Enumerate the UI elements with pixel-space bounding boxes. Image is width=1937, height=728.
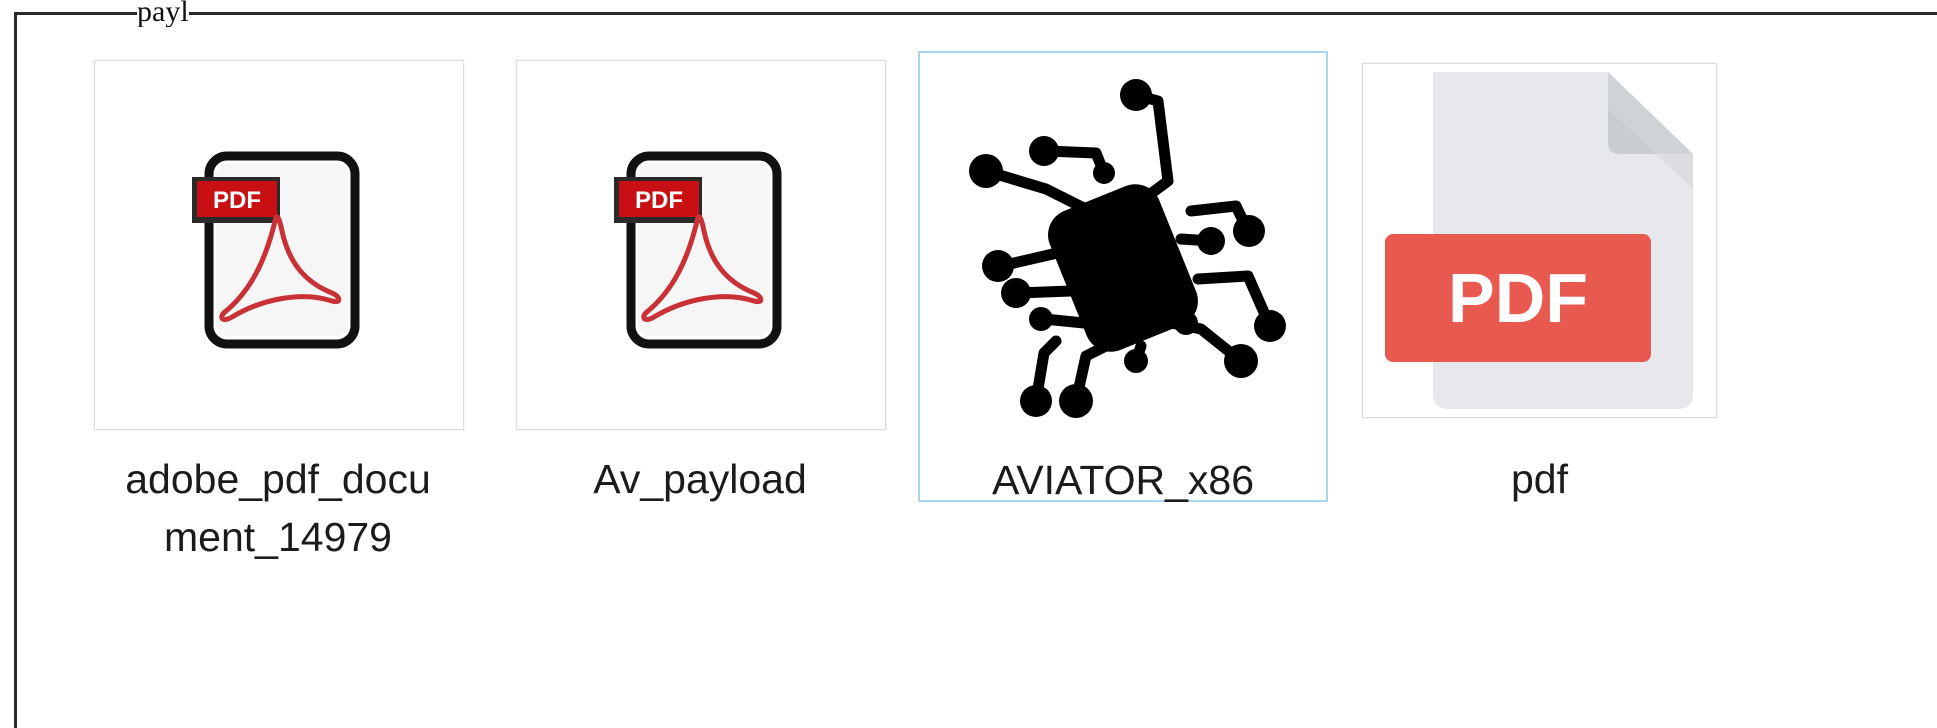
svg-text:PDF: PDF: [635, 187, 683, 214]
file-item-adobe-pdf-document[interactable]: PDF adobe_pdf_docu ment_14979: [92, 58, 464, 560]
truncated-label-text: payl: [137, 0, 189, 27]
adobe-pdf-icon: PDF: [192, 151, 362, 351]
explorer-content-pane: payl PDF adobe_pdf_docu ment_14979 PDF A…: [14, 0, 1937, 728]
file-name-label: Av_payload: [593, 456, 807, 502]
file-item-pdf[interactable]: PDF pdf: [1362, 58, 1734, 502]
file-name-label: pdf: [1511, 456, 1568, 502]
svg-text:PDF: PDF: [213, 187, 261, 214]
adobe-pdf-icon: PDF: [614, 151, 784, 351]
file-thumbnail: PDF: [94, 60, 464, 430]
pdf-document-icon: PDF: [1363, 64, 1718, 419]
file-item-av-payload[interactable]: PDF Av_payload: [514, 58, 886, 502]
file-item-aviator-x86[interactable]: AVIATOR_x86: [918, 51, 1328, 503]
file-thumbnail: [936, 61, 1316, 441]
svg-text:PDF: PDF: [1448, 259, 1588, 337]
file-thumbnail: PDF: [1362, 63, 1717, 418]
file-thumbnail: PDF: [516, 60, 886, 430]
file-name-label: adobe_pdf_docu ment_14979: [125, 456, 431, 560]
circuit-chip-icon: [936, 61, 1316, 441]
file-name-label: AVIATOR_x86: [991, 457, 1255, 503]
